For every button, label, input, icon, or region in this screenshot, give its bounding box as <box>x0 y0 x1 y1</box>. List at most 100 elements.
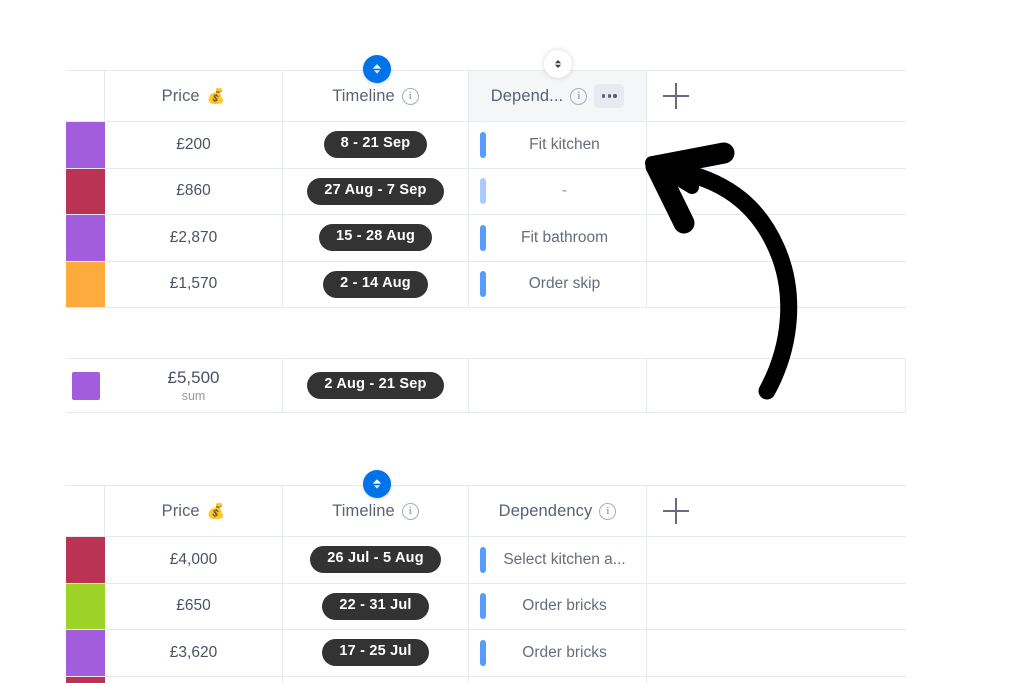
timeline-cell[interactable]: 8 - 21 Sep <box>283 122 469 168</box>
dependency-bar-icon <box>480 546 486 573</box>
timeline-pill[interactable]: 22 - 31 Jul <box>322 592 429 620</box>
row-color-cell[interactable] <box>66 168 105 214</box>
price-column-label: Price <box>161 501 200 520</box>
table-row[interactable]: £4,000 26 Jul - 5 Aug Select kitchen a..… <box>66 537 906 584</box>
add-column-header-cell <box>647 486 906 536</box>
timeline-summary-pill[interactable]: 2 Aug - 21 Sep <box>307 372 444 399</box>
row-color-cell[interactable] <box>66 630 105 676</box>
dependency-label: Fit kitchen <box>529 135 600 153</box>
add-column-button[interactable] <box>663 83 689 109</box>
dependency-bar-icon <box>480 593 486 620</box>
empty-cell <box>647 215 906 261</box>
timeline-cell[interactable]: 17 - 25 Jul <box>283 630 469 676</box>
add-column-button[interactable] <box>663 498 689 524</box>
table-row[interactable]: £2,870 15 - 28 Aug Fit bathroom <box>66 215 906 262</box>
price-sum-label: sum <box>181 388 206 403</box>
table-row[interactable] <box>66 676 906 683</box>
row-color-cell[interactable] <box>66 583 105 629</box>
row-color-cell[interactable] <box>66 676 105 683</box>
money-bag-icon: 💰 <box>206 87 226 105</box>
empty-cell <box>647 537 906 583</box>
group-color-swatch <box>71 371 100 400</box>
price-cell[interactable]: £650 <box>105 583 283 629</box>
row-color-cell[interactable] <box>66 122 105 168</box>
price-sum-value: £5,500 <box>167 368 220 388</box>
timeline-column-label: Timeline <box>332 86 395 105</box>
row-color-cell[interactable] <box>66 261 105 307</box>
timeline-pill[interactable]: 2 - 14 Aug <box>323 270 428 298</box>
info-icon[interactable]: i <box>401 502 419 520</box>
dependency-bar-icon <box>480 271 486 298</box>
dependency-cell[interactable]: Order bricks <box>469 583 647 629</box>
group-color-swatch <box>66 630 105 676</box>
info-icon[interactable]: i <box>599 502 617 520</box>
empty-cell <box>647 677 906 683</box>
dependency-summary-cell <box>469 359 647 412</box>
group-color-swatch <box>66 215 105 261</box>
price-column-header[interactable]: Price 💰 <box>105 486 283 536</box>
dependency-label: Select kitchen a... <box>503 550 626 568</box>
group-color-swatch <box>66 676 105 683</box>
dot <box>613 94 617 98</box>
dependency-column-label: Dependency <box>498 501 593 520</box>
dependency-label: Order bricks <box>522 597 607 615</box>
price-cell[interactable] <box>105 676 283 683</box>
price-cell[interactable]: £3,620 <box>105 630 283 676</box>
price-column-header[interactable]: Price 💰 <box>105 71 283 121</box>
price-summary-cell[interactable]: £5,500 sum <box>105 359 283 412</box>
timeline-pill[interactable]: 17 - 25 Jul <box>322 639 429 667</box>
timeline-cell[interactable]: 15 - 28 Aug <box>283 215 469 261</box>
price-cell[interactable]: £1,570 <box>105 261 283 307</box>
info-icon[interactable]: i <box>570 87 588 105</box>
price-cell[interactable]: £2,870 <box>105 215 283 261</box>
empty-cell <box>647 584 906 630</box>
dependency-cell[interactable]: Select kitchen a... <box>469 537 647 583</box>
group-color-swatch <box>66 537 105 583</box>
timeline-cell[interactable]: 27 Aug - 7 Sep <box>283 168 469 214</box>
table-row[interactable]: £860 27 Aug - 7 Sep - <box>66 168 906 215</box>
table-row[interactable]: £3,620 17 - 25 Jul Order bricks <box>66 630 906 677</box>
price-cell[interactable]: £4,000 <box>105 537 283 583</box>
dot <box>601 94 606 98</box>
price-cell[interactable]: £860 <box>105 168 283 214</box>
dependency-cell[interactable]: Order bricks <box>469 630 647 676</box>
empty-cell <box>647 262 906 308</box>
table-row[interactable]: £650 22 - 31 Jul Order bricks <box>66 583 906 630</box>
empty-cell <box>647 169 906 215</box>
dependency-bar-icon <box>480 639 486 666</box>
group-color-swatch <box>66 583 105 629</box>
table-row[interactable]: £200 8 - 21 Sep Fit kitchen <box>66 122 906 169</box>
dependency-column-header[interactable]: Dependency i <box>469 486 647 536</box>
dependency-cell[interactable]: - <box>469 168 647 214</box>
row-color-cell[interactable] <box>66 537 105 583</box>
timeline-summary-cell[interactable]: 2 Aug - 21 Sep <box>283 359 469 412</box>
dependency-cell[interactable]: Fit bathroom <box>469 215 647 261</box>
dependency-bar-icon <box>480 224 486 251</box>
timeline-pill[interactable]: 27 Aug - 7 Sep <box>307 177 444 205</box>
price-cell[interactable]: £200 <box>105 122 283 168</box>
timeline-pill[interactable]: 15 - 28 Aug <box>318 224 433 252</box>
table-row[interactable]: £1,570 2 - 14 Aug Order skip <box>66 261 906 308</box>
column-menu-button[interactable] <box>594 84 625 108</box>
timeline-cell[interactable]: 2 - 14 Aug <box>283 261 469 307</box>
color-column-header <box>66 486 105 536</box>
info-icon[interactable]: i <box>401 87 419 105</box>
timeline-pill[interactable]: 26 Jul - 5 Aug <box>310 546 441 574</box>
screenshot-root: Price 💰 Timeline i Depend... i £200 8 - … <box>0 0 1024 683</box>
empty-cell <box>647 122 906 168</box>
timeline-sort-indicator[interactable] <box>363 470 391 498</box>
dependency-cell[interactable]: Fit kitchen <box>469 122 647 168</box>
timeline-cell[interactable]: 22 - 31 Jul <box>283 583 469 629</box>
dependency-cell[interactable] <box>469 676 647 683</box>
timeline-cell[interactable] <box>283 676 469 683</box>
dependency-cell[interactable]: Order skip <box>469 261 647 307</box>
timeline-pill[interactable]: 8 - 21 Sep <box>323 131 428 159</box>
row-color-cell[interactable] <box>66 215 105 261</box>
color-column-header <box>66 71 105 121</box>
dependency-sort-indicator[interactable] <box>544 50 572 78</box>
timeline-sort-indicator[interactable] <box>363 55 391 83</box>
price-column-label: Price <box>161 86 200 105</box>
summary-row: £5,500 sum 2 Aug - 21 Sep <box>66 358 906 413</box>
timeline-cell[interactable]: 26 Jul - 5 Aug <box>283 537 469 583</box>
dependency-column-header[interactable]: Depend... i <box>469 71 647 121</box>
